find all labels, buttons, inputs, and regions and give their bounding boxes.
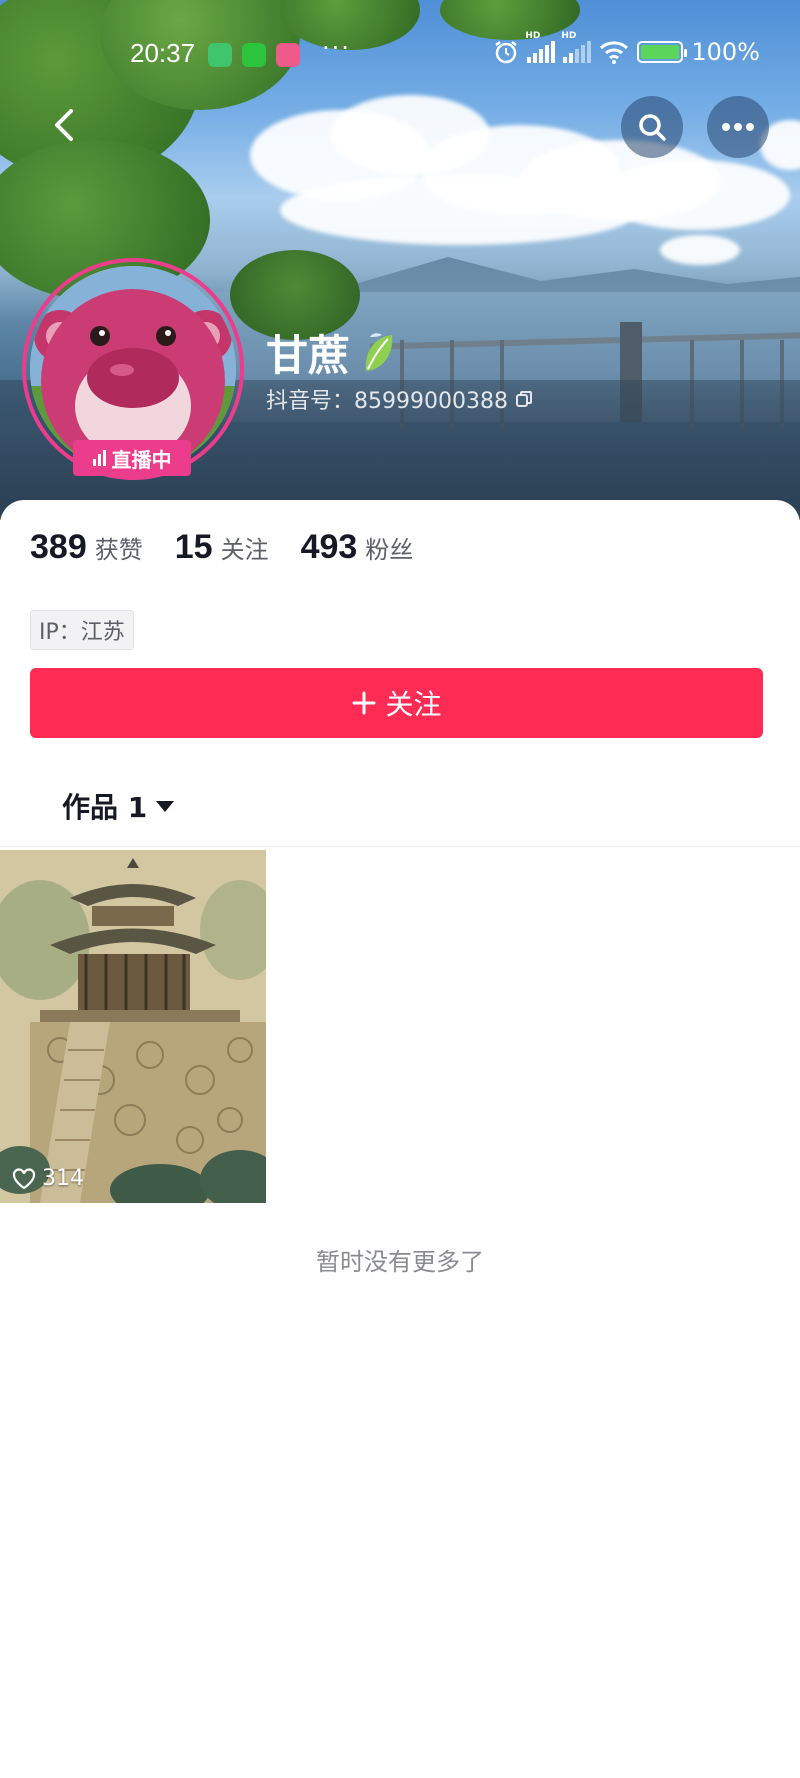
work-likes-count: 314 [42, 1166, 84, 1191]
stat-likes[interactable]: 389 获赞 [30, 528, 143, 567]
more-notifications-icon: ··· [322, 34, 351, 62]
plus-icon [352, 691, 376, 715]
leaf-icon [365, 332, 393, 371]
work-thumbnail[interactable]: 314 [0, 850, 266, 1203]
stat-label: 粉丝 [365, 536, 414, 564]
follow-button-label: 关注 [385, 688, 442, 721]
tab-divider [0, 846, 800, 847]
douyin-id[interactable]: 抖音号：85999000388 [266, 383, 534, 415]
work-likes: 314 [12, 1166, 84, 1191]
battery-percent: 100% [691, 38, 760, 66]
bilibili-icon [276, 43, 300, 67]
cellular-signal-2-icon: HD [561, 31, 592, 63]
status-time: 20:37 [130, 38, 196, 68]
tab-works-label: 作品 1 [62, 791, 148, 824]
stat-label: 关注 [220, 536, 269, 564]
stat-followers[interactable]: 493 粉丝 [301, 528, 414, 567]
battery-icon [637, 41, 688, 63]
profile-stats: 389 获赞 15 关注 493 粉丝 [30, 528, 413, 567]
follow-button[interactable]: 关注 [30, 668, 763, 738]
stat-value: 493 [300, 528, 358, 566]
work-thumbnail-image [0, 850, 266, 1203]
live-bars-icon [92, 450, 106, 466]
profile-content: 389 获赞 15 关注 493 粉丝 IP：江苏 关注 作品 1 314 暂时… [0, 500, 800, 1778]
search-icon [639, 114, 666, 141]
profile-name: 甘蔗 [266, 322, 396, 383]
more-icon [722, 123, 754, 131]
cellular-signal-icon: HD [525, 31, 556, 63]
profile-name-text: 甘蔗 [266, 331, 351, 380]
end-of-list-text: 暂时没有更多了 [316, 1248, 484, 1276]
tab-works[interactable]: 作品 1 [62, 786, 175, 826]
stat-label: 获赞 [94, 536, 143, 564]
alarm-icon [495, 41, 518, 64]
douyin-id-text: 抖音号：85999000388 [266, 389, 508, 414]
app-notification-icon [208, 43, 232, 67]
stat-value: 15 [174, 528, 213, 566]
triangle-down-icon [156, 801, 175, 812]
wechat-icon [242, 43, 266, 67]
stat-following[interactable]: 15 关注 [175, 528, 269, 567]
ip-location-tag: IP：江苏 [30, 610, 134, 650]
live-badge-label: 直播中 [111, 447, 172, 472]
copy-icon[interactable] [514, 389, 534, 409]
stat-value: 389 [30, 528, 87, 566]
live-status-badge[interactable]: 直播中 [73, 440, 191, 476]
status-bar: 20:37 ··· HD HD 100% [0, 0, 800, 110]
wifi-icon [600, 41, 629, 64]
back-button[interactable] [40, 100, 90, 150]
search-button[interactable] [621, 96, 683, 158]
more-button[interactable] [707, 96, 769, 158]
heart-icon [12, 1167, 36, 1189]
back-arrow-icon [55, 109, 73, 141]
